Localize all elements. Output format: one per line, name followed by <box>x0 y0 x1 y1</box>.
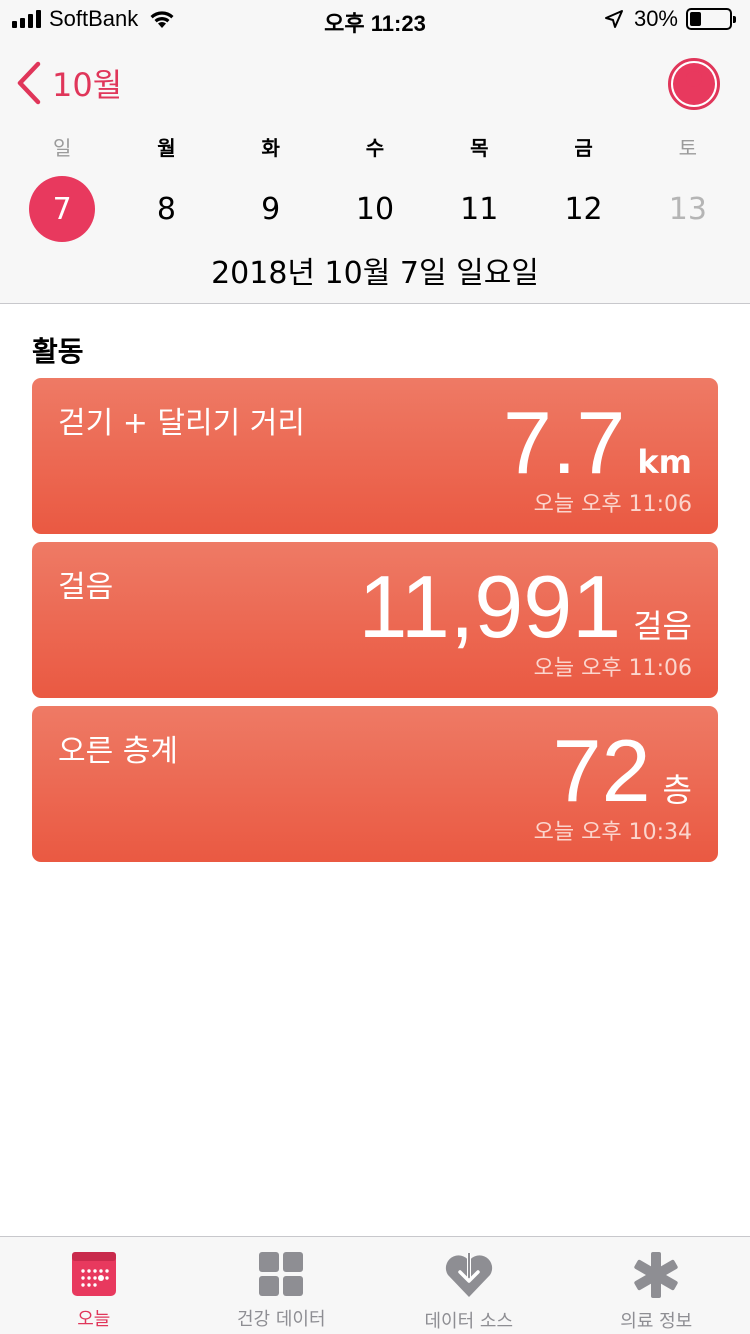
date-item[interactable]: 9 <box>219 176 323 242</box>
battery-fill <box>690 12 702 26</box>
tab-medical-info[interactable]: 의료 정보 <box>563 1237 750 1334</box>
weekday-label: 일 <box>52 136 72 160</box>
status-bar: SoftBank 오후 11:23 30% <box>0 0 750 40</box>
card-value-unit: 걸음 <box>633 607 692 645</box>
back-label: 10월 <box>52 66 123 104</box>
flights-card[interactable]: 오른 층계 72 층 오늘 오후 10:34 <box>32 706 718 862</box>
card-title: 오른 층계 <box>58 734 178 769</box>
status-right: 30% <box>604 6 736 32</box>
today-calendar-icon <box>71 1252 116 1296</box>
tab-label: 오늘 <box>77 1309 111 1330</box>
tab-label: 데이터 소스 <box>424 1311 514 1332</box>
heart-download-icon <box>445 1253 492 1297</box>
card-timestamp: 오늘 오후 10:34 <box>533 820 692 845</box>
card-title: 걸음 <box>58 570 114 605</box>
distance-card[interactable]: 걷기 + 달리기 거리 7.7 km 오늘 오후 11:06 <box>32 378 718 534</box>
card-value: 11,991 걸음 <box>358 556 692 658</box>
card-value-unit: 층 <box>662 771 692 809</box>
tab-label: 의료 정보 <box>620 1311 693 1332</box>
medical-asterisk-icon <box>634 1252 678 1298</box>
chevron-left-icon <box>17 61 41 105</box>
weekday-label: 토 <box>678 136 698 160</box>
battery-percent: 30% <box>633 6 678 31</box>
date-item-future: 13 <box>668 191 707 227</box>
weekday-label: 수 <box>365 136 385 160</box>
tab-label: 건강 데이터 <box>236 1309 326 1330</box>
section-title: 활동 <box>32 335 84 368</box>
tab-today[interactable]: 오늘 <box>0 1237 188 1334</box>
date-item[interactable]: 12 <box>531 176 635 242</box>
weekday-label: 월 <box>157 136 176 160</box>
weekday-label: 화 <box>261 136 280 160</box>
weekday-row: 일 월 화 수 목 금 토 <box>10 132 740 161</box>
tab-bar: 오늘 건강 데이터 데이터 소스 의료 정보 <box>0 1236 750 1334</box>
card-value: 7.7 km <box>503 392 692 494</box>
full-date-label: 2018년 10월 7일 일요일 <box>211 256 539 291</box>
grid-icon <box>259 1252 304 1296</box>
date-selected[interactable]: 7 <box>10 176 114 242</box>
tab-data-sources[interactable]: 데이터 소스 <box>375 1237 563 1334</box>
steps-card[interactable]: 걸음 11,991 걸음 오늘 오후 11:06 <box>32 542 718 698</box>
weekday-label: 금 <box>574 136 593 160</box>
battery-icon <box>686 8 736 30</box>
weekday-label: 목 <box>470 136 489 160</box>
card-timestamp: 오늘 오후 11:06 <box>533 492 692 517</box>
date-item[interactable]: 11 <box>427 176 531 242</box>
calendar-header: 10월 일 월 화 수 목 금 토 7 8 9 10 11 12 13 2018… <box>0 40 750 304</box>
card-value-number: 72 <box>552 721 651 820</box>
date-row: 7 8 9 10 11 12 13 <box>10 176 740 242</box>
card-value-number: 11,991 <box>358 557 622 656</box>
date-item[interactable]: 10 <box>323 176 427 242</box>
profile-button[interactable] <box>668 58 720 110</box>
back-button[interactable]: 10월 <box>16 60 122 106</box>
tab-health-data[interactable]: 건강 데이터 <box>188 1237 376 1334</box>
date-item[interactable]: 8 <box>114 176 218 242</box>
card-timestamp: 오늘 오후 11:06 <box>533 656 692 681</box>
location-arrow-icon <box>604 10 623 28</box>
person-icon <box>673 63 715 105</box>
card-title: 걷기 + 달리기 거리 <box>58 406 305 441</box>
card-value: 72 층 <box>553 720 692 822</box>
card-value-unit: km <box>637 443 692 481</box>
card-value-number: 7.7 <box>503 393 626 492</box>
